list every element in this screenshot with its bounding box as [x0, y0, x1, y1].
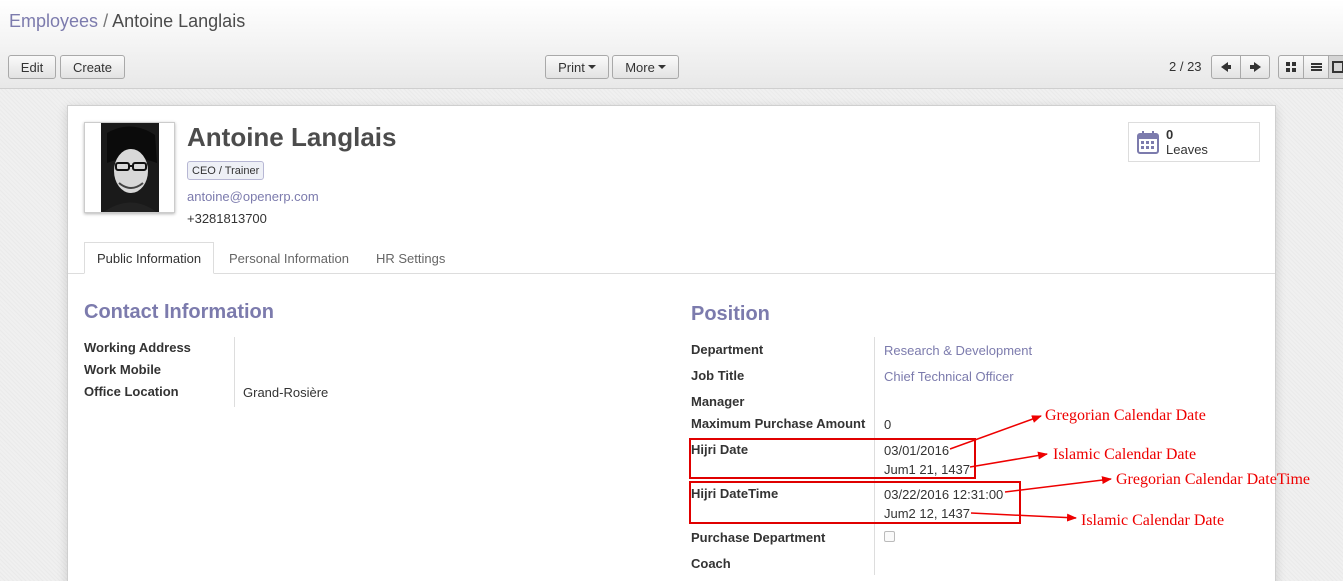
tab-label: Personal Information	[229, 250, 349, 266]
leaves-label: Leaves	[1166, 142, 1208, 157]
department-link[interactable]: Research & Development	[884, 343, 1032, 358]
job-title-label: Job Title	[691, 368, 745, 383]
control-panel: Employees / Antoine Langlais Edit Create…	[0, 0, 1343, 89]
manager-label: Manager	[691, 394, 745, 409]
more-dropdown-button[interactable]: More	[612, 55, 679, 79]
kanban-view-icon	[1286, 62, 1296, 72]
pager-next-button[interactable]	[1240, 55, 1270, 79]
edit-button-label: Edit	[20, 59, 44, 75]
position-title: Position	[691, 303, 770, 325]
print-button-label: Print	[558, 59, 585, 75]
create-button-label: Create	[72, 59, 113, 75]
print-dropdown-button[interactable]: Print	[545, 55, 609, 79]
tab-public-information[interactable]: Public Information	[84, 242, 215, 274]
form-view-button[interactable]	[1328, 55, 1343, 79]
employee-photo[interactable]	[84, 122, 175, 213]
employee-name: Antoine Langlais	[187, 122, 397, 152]
purchase-department-checkbox[interactable]	[884, 531, 895, 542]
breadcrumb: Employees / Antoine Langlais	[9, 11, 245, 32]
tab-label: HR Settings	[376, 250, 446, 266]
edit-button[interactable]: Edit	[8, 55, 56, 79]
leaves-button[interactable]: 0 Leaves	[1128, 122, 1260, 162]
list-view-icon	[1310, 63, 1322, 71]
working-address-label: Working Address	[84, 340, 191, 355]
coach-label: Coach	[691, 556, 731, 571]
annotation-islamic-date: Islamic Calendar Date	[1081, 512, 1225, 529]
list-view-button[interactable]	[1303, 55, 1329, 79]
office-location-value: Grand-Rosière	[243, 385, 329, 400]
caret-down-icon	[587, 65, 596, 69]
work-mobile-label: Work Mobile	[84, 362, 162, 377]
breadcrumb-current: Antoine Langlais	[112, 11, 246, 31]
max-purchase-amount-label: Maximum Purchase Amount	[691, 416, 866, 431]
caret-down-icon	[657, 65, 666, 69]
pager-previous-button[interactable]	[1211, 55, 1241, 79]
office-location-label: Office Location	[84, 384, 179, 399]
field-separator	[234, 337, 235, 407]
annotation-gregorian-date: Gregorian Calendar Date	[1045, 407, 1206, 424]
calendar-icon	[1137, 131, 1159, 154]
employee-phone: +3281813700	[187, 211, 267, 226]
annotation-gregorian-datetime: Gregorian Calendar DateTime	[1116, 471, 1311, 488]
category-tag[interactable]: CEO / Trainer	[187, 161, 265, 180]
more-button-label: More	[625, 59, 655, 75]
arrow-right-icon	[1249, 62, 1261, 72]
purchase-department-label: Purchase Department	[691, 530, 826, 545]
pager-value: 2 / 23	[1169, 59, 1202, 74]
kanban-view-button[interactable]	[1278, 55, 1304, 79]
form-view-icon	[1332, 61, 1343, 73]
breadcrumb-employees-link[interactable]: Employees	[9, 11, 98, 31]
annotation-islamic-date: Islamic Calendar Date	[1053, 446, 1197, 463]
create-button[interactable]: Create	[60, 55, 125, 79]
tab-hr-settings[interactable]: HR Settings	[364, 242, 457, 274]
employee-email-link[interactable]: antoine@openerp.com	[187, 189, 319, 204]
tab-label: Public Information	[97, 250, 202, 266]
contact-information-title: Contact Information	[84, 301, 274, 323]
arrow-left-icon	[1220, 62, 1231, 72]
hijri-date-highlight-box	[689, 438, 976, 479]
department-label: Department	[691, 342, 764, 357]
hijri-datetime-highlight-box	[689, 481, 1021, 524]
leaves-count: 0	[1166, 127, 1174, 142]
max-purchase-amount-value: 0	[884, 417, 892, 432]
employee-photo-image	[85, 123, 174, 212]
job-title-link[interactable]: Chief Technical Officer	[884, 369, 1014, 384]
breadcrumb-separator: /	[103, 11, 109, 31]
tab-personal-information[interactable]: Personal Information	[217, 242, 361, 274]
